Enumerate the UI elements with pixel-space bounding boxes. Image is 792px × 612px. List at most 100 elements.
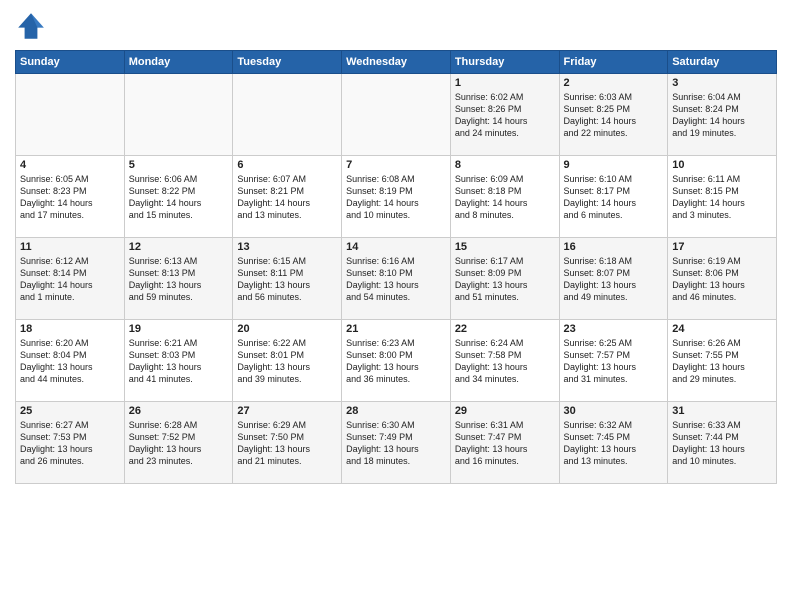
cell-content: Sunrise: 6:31 AM Sunset: 7:47 PM Dayligh… [455, 419, 555, 468]
cell-content: Sunrise: 6:11 AM Sunset: 8:15 PM Dayligh… [672, 173, 772, 222]
calendar-cell: 4 Sunrise: 6:05 AM Sunset: 8:23 PM Daylig… [16, 156, 125, 238]
day-number: 9 [564, 159, 664, 171]
page-container: SundayMondayTuesdayWednesdayThursdayFrid… [0, 0, 792, 494]
cell-content: Sunrise: 6:21 AM Sunset: 8:03 PM Dayligh… [129, 337, 229, 386]
calendar-cell: 3 Sunrise: 6:04 AM Sunset: 8:24 PM Daylig… [668, 74, 777, 156]
calendar-cell: 5Sunrise: 6:06 AM Sunset: 8:22 PM Daylig… [124, 156, 233, 238]
header-cell-friday: Friday [559, 51, 668, 74]
cell-content: Sunrise: 6:10 AM Sunset: 8:17 PM Dayligh… [564, 173, 664, 222]
calendar-cell: 13 Sunrise: 6:15 AM Sunset: 8:11 PM Dayli… [233, 238, 342, 320]
cell-content: Sunrise: 6:05 AM Sunset: 8:23 PM Dayligh… [20, 173, 120, 222]
header-cell-sunday: Sunday [16, 51, 125, 74]
calendar-table: SundayMondayTuesdayWednesdayThursdayFrid… [15, 50, 777, 484]
day-number: 30 [564, 405, 664, 417]
calendar-cell: 22 Sunrise: 6:24 AM Sunset: 7:58 PM Dayli… [450, 320, 559, 402]
day-number: 3 [672, 77, 772, 89]
cell-content: Sunrise: 6:27 AM Sunset: 7:53 PM Dayligh… [20, 419, 120, 468]
header-row: SundayMondayTuesdayWednesdayThursdayFrid… [16, 51, 777, 74]
cell-content: Sunrise: 6:02 AM Sunset: 8:26 PM Dayligh… [455, 91, 555, 140]
cell-content: Sunrise: 6:17 AM Sunset: 8:09 PM Dayligh… [455, 255, 555, 304]
day-number: 21 [346, 323, 446, 335]
cell-content: Sunrise: 6:32 AM Sunset: 7:45 PM Dayligh… [564, 419, 664, 468]
day-number: 16 [564, 241, 664, 253]
day-number: 27 [237, 405, 337, 417]
calendar-cell: 18 Sunrise: 6:20 AM Sunset: 8:04 PM Dayli… [16, 320, 125, 402]
page-header [15, 10, 777, 42]
calendar-cell [16, 74, 125, 156]
day-number: 5 [129, 159, 229, 171]
calendar-week-3: 11 Sunrise: 6:12 AM Sunset: 8:14 PM Dayli… [16, 238, 777, 320]
calendar-body: 1 Sunrise: 6:02 AM Sunset: 8:26 PM Daylig… [16, 74, 777, 484]
logo [15, 10, 51, 42]
calendar-cell: 12Sunrise: 6:13 AM Sunset: 8:13 PM Dayli… [124, 238, 233, 320]
day-number: 24 [672, 323, 772, 335]
calendar-week-5: 25 Sunrise: 6:27 AM Sunset: 7:53 PM Dayli… [16, 402, 777, 484]
cell-content: Sunrise: 6:18 AM Sunset: 8:07 PM Dayligh… [564, 255, 664, 304]
day-number: 31 [672, 405, 772, 417]
cell-content: Sunrise: 6:09 AM Sunset: 8:18 PM Dayligh… [455, 173, 555, 222]
calendar-cell: 8 Sunrise: 6:09 AM Sunset: 8:18 PM Daylig… [450, 156, 559, 238]
day-number: 11 [20, 241, 120, 253]
day-number: 23 [564, 323, 664, 335]
cell-content: Sunrise: 6:04 AM Sunset: 8:24 PM Dayligh… [672, 91, 772, 140]
cell-content: Sunrise: 6:20 AM Sunset: 8:04 PM Dayligh… [20, 337, 120, 386]
day-number: 6 [237, 159, 337, 171]
cell-content: Sunrise: 6:26 AM Sunset: 7:55 PM Dayligh… [672, 337, 772, 386]
day-number: 26 [129, 405, 229, 417]
header-cell-monday: Monday [124, 51, 233, 74]
cell-content: Sunrise: 6:08 AM Sunset: 8:19 PM Dayligh… [346, 173, 446, 222]
cell-content: Sunrise: 6:12 AM Sunset: 8:14 PM Dayligh… [20, 255, 120, 304]
calendar-cell: 27Sunrise: 6:29 AM Sunset: 7:50 PM Dayli… [233, 402, 342, 484]
calendar-week-1: 1 Sunrise: 6:02 AM Sunset: 8:26 PM Daylig… [16, 74, 777, 156]
day-number: 29 [455, 405, 555, 417]
logo-icon [15, 10, 47, 42]
calendar-cell: 29 Sunrise: 6:31 AM Sunset: 7:47 PM Dayli… [450, 402, 559, 484]
calendar-week-2: 4 Sunrise: 6:05 AM Sunset: 8:23 PM Daylig… [16, 156, 777, 238]
calendar-cell: 24 Sunrise: 6:26 AM Sunset: 7:55 PM Dayli… [668, 320, 777, 402]
calendar-cell: 19 Sunrise: 6:21 AM Sunset: 8:03 PM Dayli… [124, 320, 233, 402]
calendar-cell: 26 Sunrise: 6:28 AM Sunset: 7:52 PM Dayli… [124, 402, 233, 484]
day-number: 18 [20, 323, 120, 335]
day-number: 25 [20, 405, 120, 417]
day-number: 22 [455, 323, 555, 335]
cell-content: Sunrise: 6:28 AM Sunset: 7:52 PM Dayligh… [129, 419, 229, 468]
day-number: 17 [672, 241, 772, 253]
calendar-cell [342, 74, 451, 156]
calendar-header: SundayMondayTuesdayWednesdayThursdayFrid… [16, 51, 777, 74]
day-number: 13 [237, 241, 337, 253]
cell-content: Sunrise: 6:19 AM Sunset: 8:06 PM Dayligh… [672, 255, 772, 304]
cell-content: Sunrise: 6:15 AM Sunset: 8:11 PM Dayligh… [237, 255, 337, 304]
calendar-cell: 6 Sunrise: 6:07 AM Sunset: 8:21 PM Daylig… [233, 156, 342, 238]
cell-content: Sunrise: 6:16 AM Sunset: 8:10 PM Dayligh… [346, 255, 446, 304]
cell-content: Sunrise: 6:24 AM Sunset: 7:58 PM Dayligh… [455, 337, 555, 386]
calendar-cell: 14 Sunrise: 6:16 AM Sunset: 8:10 PM Dayli… [342, 238, 451, 320]
header-cell-thursday: Thursday [450, 51, 559, 74]
header-cell-tuesday: Tuesday [233, 51, 342, 74]
calendar-week-4: 18 Sunrise: 6:20 AM Sunset: 8:04 PM Dayli… [16, 320, 777, 402]
day-number: 8 [455, 159, 555, 171]
calendar-cell: 11 Sunrise: 6:12 AM Sunset: 8:14 PM Dayli… [16, 238, 125, 320]
cell-content: Sunrise: 6:25 AM Sunset: 7:57 PM Dayligh… [564, 337, 664, 386]
day-number: 20 [237, 323, 337, 335]
cell-content: Sunrise: 6:33 AM Sunset: 7:44 PM Dayligh… [672, 419, 772, 468]
calendar-cell: 1 Sunrise: 6:02 AM Sunset: 8:26 PM Daylig… [450, 74, 559, 156]
calendar-cell: 25 Sunrise: 6:27 AM Sunset: 7:53 PM Dayli… [16, 402, 125, 484]
day-number: 14 [346, 241, 446, 253]
calendar-cell: 16 Sunrise: 6:18 AM Sunset: 8:07 PM Dayli… [559, 238, 668, 320]
cell-content: Sunrise: 6:22 AM Sunset: 8:01 PM Dayligh… [237, 337, 337, 386]
day-number: 28 [346, 405, 446, 417]
day-number: 2 [564, 77, 664, 89]
cell-content: Sunrise: 6:07 AM Sunset: 8:21 PM Dayligh… [237, 173, 337, 222]
day-number: 1 [455, 77, 555, 89]
calendar-cell: 17 Sunrise: 6:19 AM Sunset: 8:06 PM Dayli… [668, 238, 777, 320]
day-number: 19 [129, 323, 229, 335]
calendar-cell: 7Sunrise: 6:08 AM Sunset: 8:19 PM Daylig… [342, 156, 451, 238]
calendar-cell [233, 74, 342, 156]
cell-content: Sunrise: 6:13 AM Sunset: 8:13 PM Dayligh… [129, 255, 229, 304]
calendar-cell [124, 74, 233, 156]
day-number: 4 [20, 159, 120, 171]
cell-content: Sunrise: 6:30 AM Sunset: 7:49 PM Dayligh… [346, 419, 446, 468]
header-cell-saturday: Saturday [668, 51, 777, 74]
day-number: 10 [672, 159, 772, 171]
calendar-cell: 21Sunrise: 6:23 AM Sunset: 8:00 PM Dayli… [342, 320, 451, 402]
